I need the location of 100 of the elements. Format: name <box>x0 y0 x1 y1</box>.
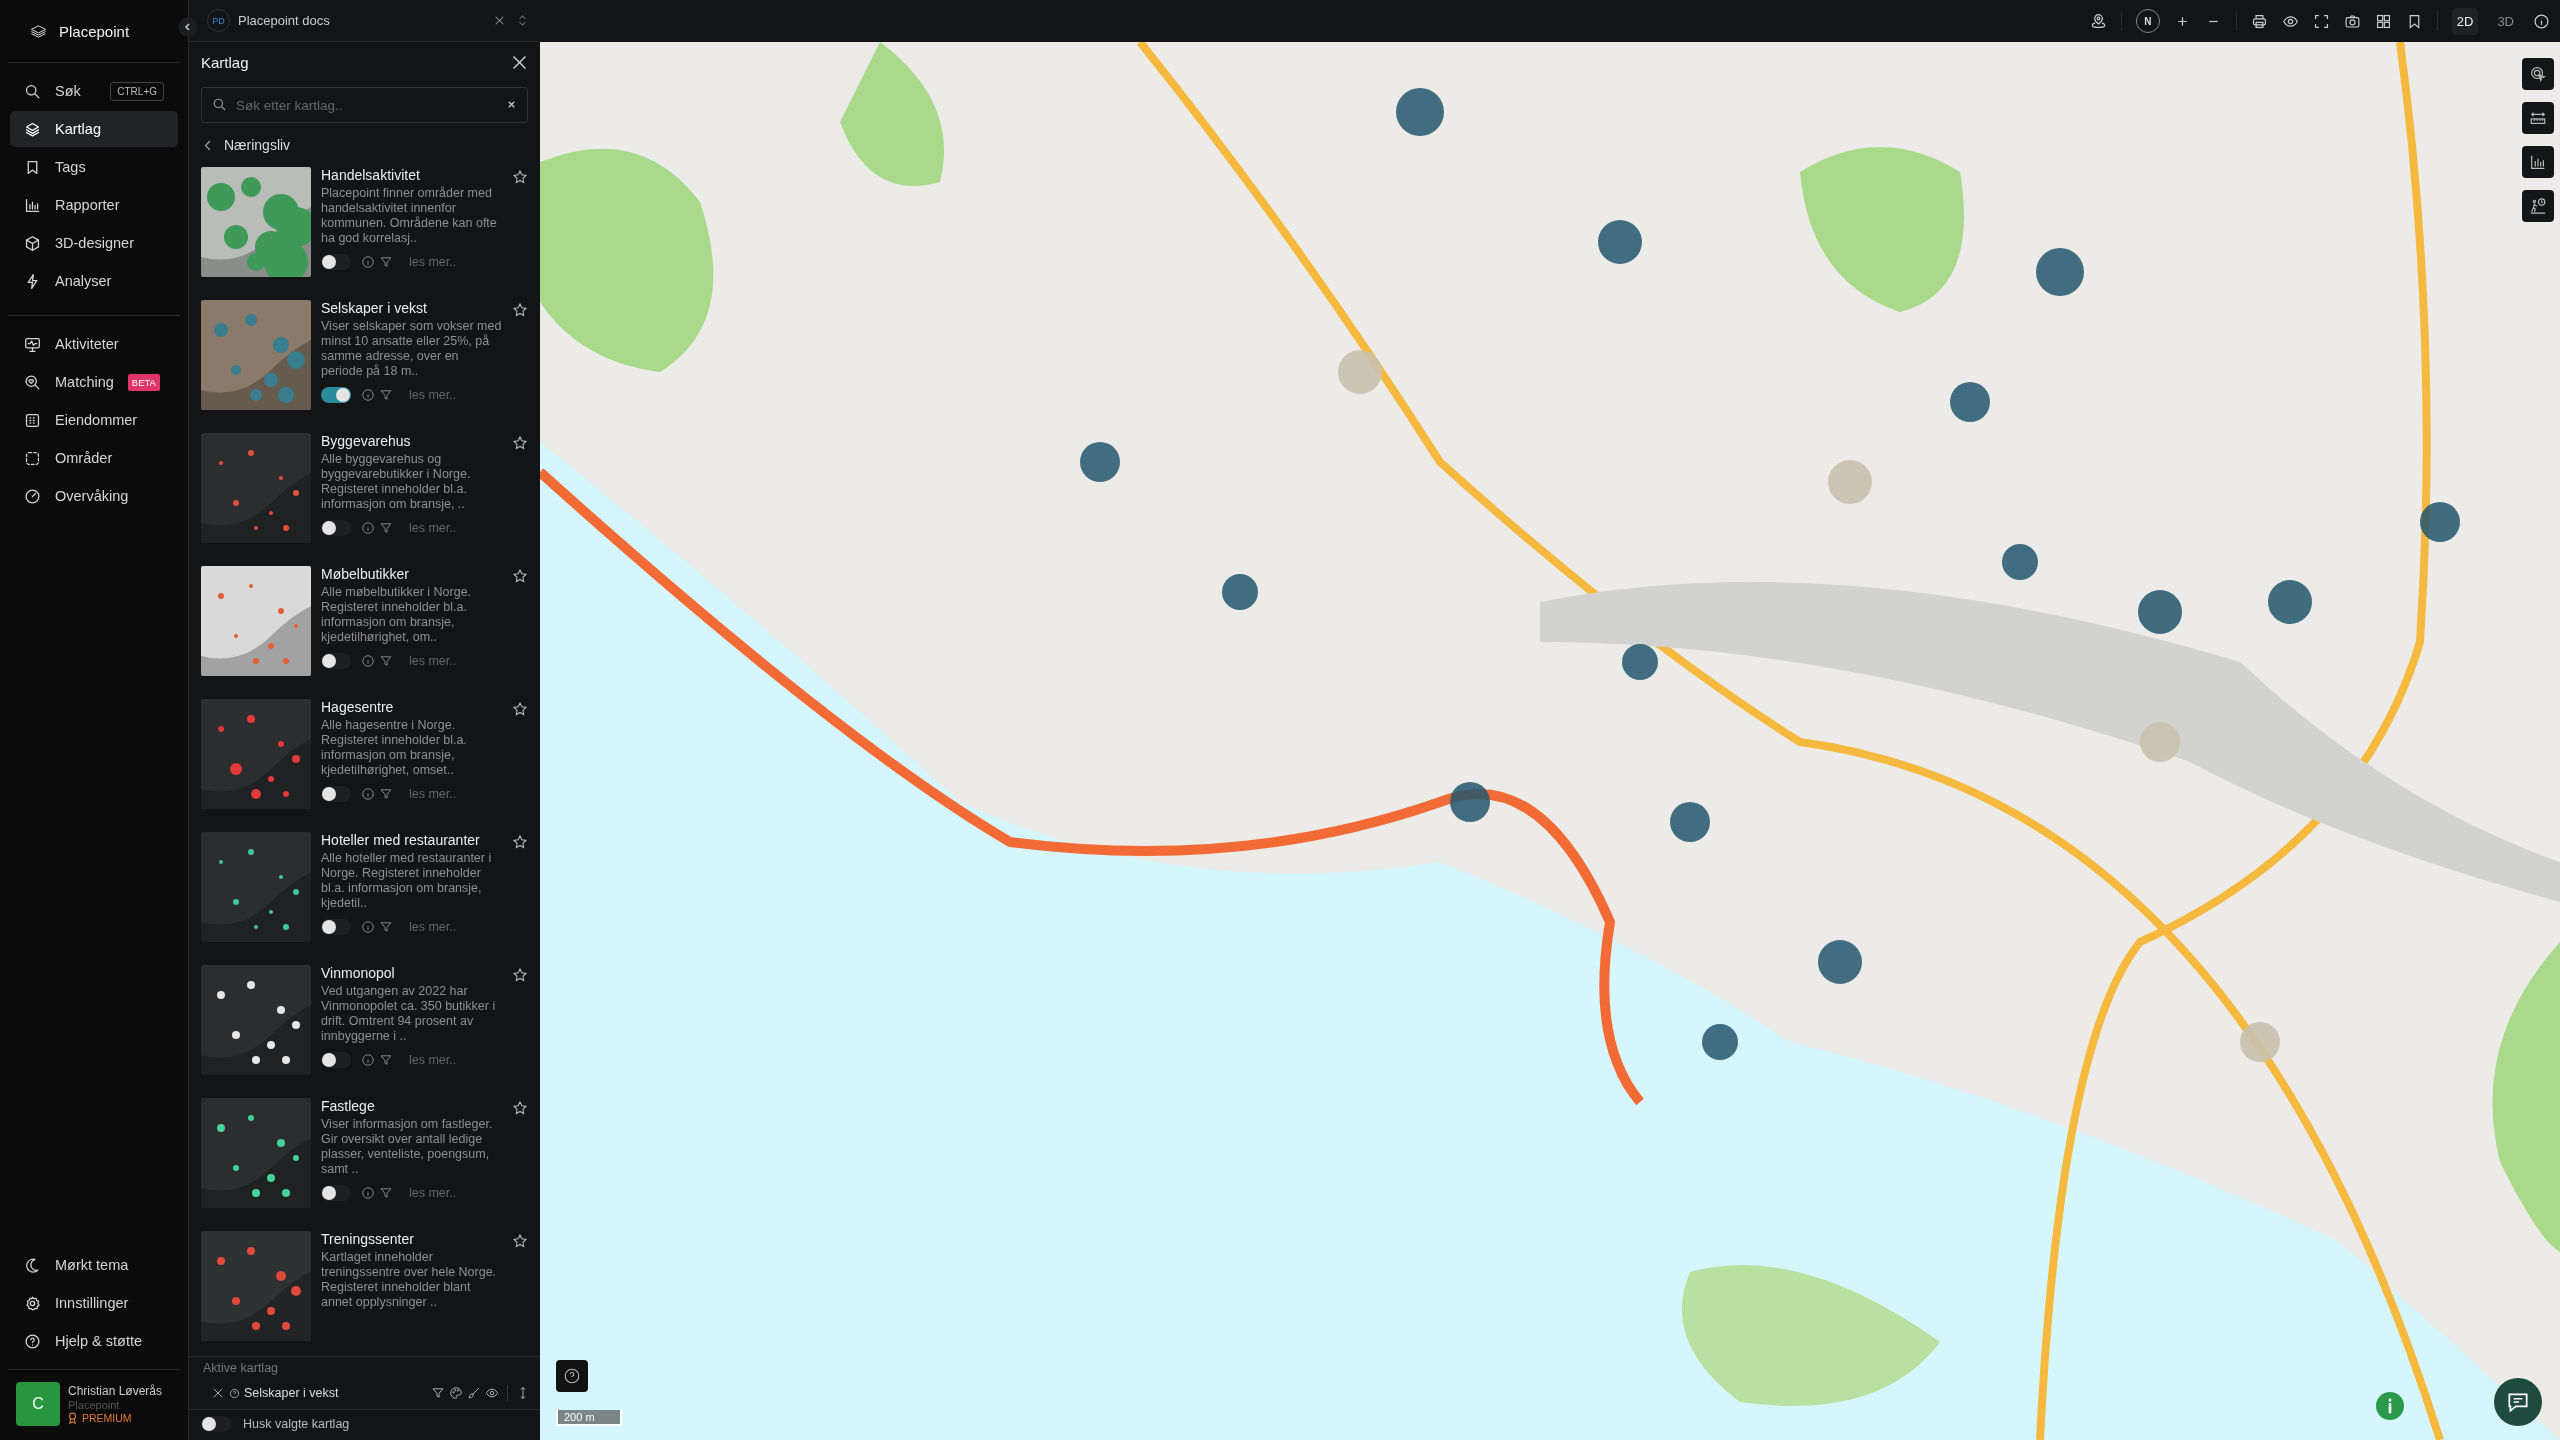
star-icon[interactable] <box>512 302 528 318</box>
collapse-button[interactable] <box>178 17 198 37</box>
filter-icon[interactable] <box>379 521 393 535</box>
nav-item[interactable]: Kartlag <box>10 111 178 147</box>
nav-item[interactable]: Tags <box>10 149 178 185</box>
settings-icon <box>24 1294 41 1312</box>
workspace-title[interactable]: Placepoint docs <box>238 13 484 28</box>
camera-icon[interactable] <box>2343 12 2361 30</box>
star-icon[interactable] <box>512 1100 528 1116</box>
fullscreen-icon[interactable] <box>2312 12 2330 30</box>
help-icon[interactable] <box>229 1387 240 1399</box>
bar-chart-icon <box>2529 153 2547 171</box>
layer-title: Hagesentre <box>321 699 395 716</box>
info-icon[interactable] <box>361 787 375 801</box>
layer-toggle[interactable] <box>321 1052 351 1068</box>
grid-icon[interactable] <box>2374 12 2392 30</box>
close-icon[interactable] <box>511 54 528 71</box>
user-avatar[interactable]: C <box>16 1382 60 1426</box>
layers-logo-icon <box>30 22 47 40</box>
nav-item[interactable]: Aktiviteter <box>10 326 178 362</box>
award-icon <box>68 1412 77 1424</box>
info-icon[interactable] <box>2533 12 2550 30</box>
filter-icon[interactable] <box>431 1386 445 1400</box>
clear-icon[interactable] <box>506 99 517 110</box>
info-icon[interactable] <box>361 1186 375 1200</box>
star-icon[interactable] <box>512 568 528 584</box>
walking-person-icon <box>2529 197 2547 215</box>
brush-icon[interactable] <box>467 1386 481 1400</box>
remember-toggle[interactable] <box>201 1416 231 1432</box>
layer-title: Byggevarehus <box>321 433 412 450</box>
info-icon[interactable] <box>361 255 375 269</box>
layer-toggle[interactable] <box>321 387 351 403</box>
layer-toggle[interactable] <box>321 786 351 802</box>
layer-toggle[interactable] <box>321 520 351 536</box>
section-title: Aktive kartlag <box>202 1360 280 1377</box>
user-name: Christian Løverås <box>68 1384 163 1398</box>
star-icon[interactable] <box>512 701 528 717</box>
info-icon[interactable] <box>361 1053 375 1067</box>
layers-icon <box>24 120 41 138</box>
back-link[interactable]: Næringsliv <box>189 123 303 161</box>
layer-description: Viser selskaper som vokser med minst 10 ansatte eller 25%, på samme adresse, over en periode på 18 m.. <box>321 319 502 379</box>
cursor-target-icon <box>2529 65 2547 83</box>
nav-item[interactable]: Analyser <box>10 263 178 299</box>
star-icon[interactable] <box>512 169 528 185</box>
panel-title: Kartlag <box>201 54 249 71</box>
filter-icon[interactable] <box>379 654 393 668</box>
nav-item[interactable]: Områder <box>10 440 178 476</box>
filter-icon[interactable] <box>379 787 393 801</box>
monitor-icon <box>24 335 41 353</box>
view-mode-tab[interactable]: 2D <box>2451 7 2479 35</box>
search-field[interactable]: Søk etter kartlag.. <box>201 87 528 123</box>
moon-icon <box>24 1256 41 1274</box>
nav-item[interactable]: Søk CTRL+G <box>10 73 178 109</box>
info-icon[interactable] <box>361 521 375 535</box>
walking-time-tool-button[interactable] <box>2522 190 2554 222</box>
filter-icon[interactable] <box>379 255 393 269</box>
star-icon[interactable] <box>512 834 528 850</box>
filter-icon[interactable] <box>379 920 393 934</box>
layer-toggle[interactable] <box>321 919 351 935</box>
help-button[interactable] <box>556 1360 588 1392</box>
nav-item[interactable]: 3D-designer <box>10 225 178 261</box>
nav-item[interactable]: Overvåking <box>10 478 178 514</box>
layer-title: Selskaper i vekst <box>321 300 428 317</box>
layer-toggle[interactable] <box>321 653 351 669</box>
filter-icon[interactable] <box>379 388 393 402</box>
print-icon[interactable] <box>2250 12 2268 30</box>
eye-icon[interactable] <box>485 1386 499 1400</box>
measure-tool-button[interactable] <box>2522 102 2554 134</box>
select-tool-button[interactable] <box>2522 58 2554 90</box>
building-icon <box>24 411 41 429</box>
layer-description: Alle hoteller med restauranter i Norge. Registeret inneholder bl.a. informasjon om bransje, kjedetil.. <box>321 851 493 911</box>
remove-icon[interactable] <box>211 1386 225 1400</box>
star-icon[interactable] <box>512 1233 528 1249</box>
info-icon[interactable] <box>361 388 375 402</box>
info-icon[interactable] <box>361 920 375 934</box>
map-pin-icon[interactable] <box>2089 12 2107 30</box>
nav-item[interactable]: Innstillinger <box>10 1285 178 1321</box>
star-icon[interactable] <box>512 967 528 983</box>
nav-item[interactable]: Mørkt tema <box>10 1247 178 1283</box>
star-icon[interactable] <box>512 435 528 451</box>
nav-item[interactable]: Rapporter <box>10 187 178 223</box>
info-icon[interactable] <box>361 654 375 668</box>
gauge-icon <box>24 487 41 505</box>
nav-item[interactable]: Matching BETA <box>10 364 178 400</box>
palette-icon[interactable] <box>449 1386 463 1400</box>
chart-tool-button[interactable] <box>2522 146 2554 178</box>
view-mode-tab[interactable]: 3D <box>2492 7 2519 35</box>
layer-toggle[interactable] <box>321 1185 351 1201</box>
nav-item[interactable]: Eiendommer <box>10 402 178 438</box>
layer-description: Alle møbelbutikker i Norge. Registeret inneholder bl.a. informasjon om bransje, kjedetilhørighet, om.. <box>321 585 473 645</box>
dashed-square-icon <box>24 449 41 467</box>
info-button-icon[interactable] <box>2376 1392 2404 1420</box>
filter-icon[interactable] <box>379 1053 393 1067</box>
layer-description: Alle byggevarehus og byggevarebutikker i Norge. Registeret inneholder bl.a. informasjon om bransje, .. <box>321 452 472 512</box>
layer-toggle[interactable] <box>321 254 351 270</box>
filter-icon[interactable] <box>379 1186 393 1200</box>
nav-item[interactable]: Hjelp & støtte <box>10 1323 178 1359</box>
layer-title: Fastlege <box>321 1098 376 1115</box>
layer-title: Treningssenter <box>321 1231 415 1248</box>
chevron-left-icon <box>183 22 193 32</box>
